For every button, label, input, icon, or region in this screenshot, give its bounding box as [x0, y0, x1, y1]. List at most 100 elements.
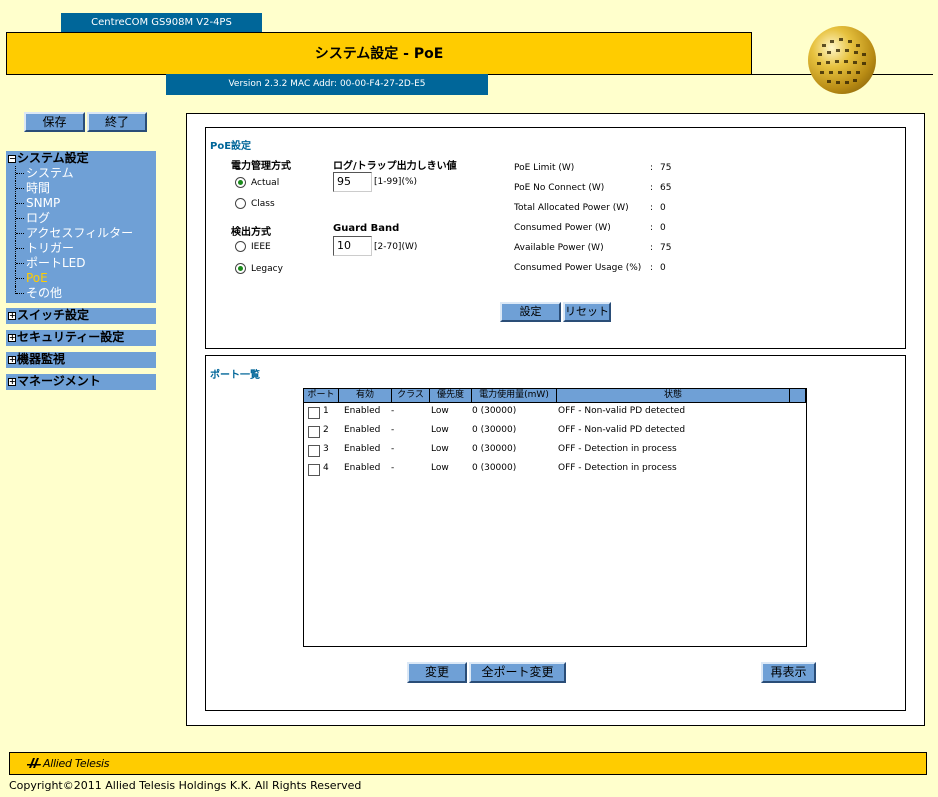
stat-label: Consumed Power Usage (%): [514, 263, 642, 273]
guard-band-label: Guard Band: [333, 223, 400, 234]
table-row[interactable]: 4 Enabled - Low 0 (30000) OFF - Detectio…: [304, 460, 806, 479]
port-select-checkbox[interactable]: [308, 426, 320, 438]
sidebar-item-access-filter[interactable]: アクセスフィルター: [6, 226, 156, 241]
column-header-class: クラス: [392, 389, 430, 403]
save-button[interactable]: 保存: [24, 112, 85, 132]
port-power: 0 (30000): [472, 425, 517, 435]
stat-value: 75: [660, 243, 672, 253]
stat-value: 75: [660, 163, 672, 173]
sidebar-item-trigger[interactable]: トリガー: [6, 241, 156, 256]
sidebar-group-label: セキュリティー設定: [17, 330, 125, 344]
stat-label: PoE No Connect (W): [514, 183, 605, 193]
column-header-port: ポート: [304, 389, 339, 403]
port-select-checkbox[interactable]: [308, 464, 320, 476]
port-status: OFF - Detection in process: [558, 444, 677, 454]
detect-legacy-radio[interactable]: [235, 263, 246, 274]
port-power: 0 (30000): [472, 406, 517, 416]
model-name-tab: CentreCOM GS908M V2-4PS: [61, 13, 262, 33]
sidebar-group-header-system[interactable]: −システム設定: [6, 151, 156, 166]
copyright-text: Copyright©2011 Allied Telesis Holdings K…: [9, 779, 362, 792]
port-power: 0 (30000): [472, 463, 517, 473]
threshold-input[interactable]: 95: [333, 172, 372, 192]
detect-method-label: 検出方式: [231, 227, 271, 238]
sidebar-group-system-settings: −システム設定 システム 時間 SNMP ログ アクセスフィルター トリガー ポ…: [6, 151, 156, 303]
page-title: システム設定 - PoE: [6, 32, 752, 75]
guard-band-input[interactable]: 10: [333, 236, 372, 256]
port-number: 2: [323, 425, 329, 435]
port-table: ポート 有効 クラス 優先度 電力使用量(mW) 状態 1 Enabled - …: [303, 388, 807, 647]
port-number: 3: [323, 444, 329, 454]
sidebar-item-other[interactable]: その他: [6, 286, 156, 301]
detect-legacy-label: Legacy: [251, 264, 283, 274]
port-class: -: [391, 406, 395, 416]
sidebar-group-switch-settings[interactable]: +スイッチ設定: [6, 308, 156, 324]
column-header-status: 状態: [557, 389, 790, 403]
stat-value: 65: [660, 183, 672, 193]
port-priority: Low: [431, 463, 449, 473]
stat-separator: :: [650, 183, 654, 193]
sidebar-item-time[interactable]: 時間: [6, 181, 156, 196]
collapse-icon[interactable]: −: [8, 155, 16, 163]
stat-label: Total Allocated Power (W): [514, 203, 629, 213]
sidebar-item-port-led[interactable]: ポートLED: [6, 256, 156, 271]
exit-button[interactable]: 終了: [87, 112, 147, 132]
port-select-checkbox[interactable]: [308, 407, 320, 419]
sidebar-group-security-settings[interactable]: +セキュリティー設定: [6, 330, 156, 346]
footer-logo: Allied Telesis: [43, 757, 110, 770]
port-number: 4: [323, 463, 329, 473]
footer-bar: [9, 752, 927, 775]
change-all-ports-button[interactable]: 全ポート変更: [469, 662, 566, 683]
stat-separator: :: [650, 243, 654, 253]
port-class: -: [391, 444, 395, 454]
sidebar-group-management[interactable]: +マネージメント: [6, 374, 156, 390]
threshold-label: ログ/トラップ出力しきい値: [333, 161, 457, 172]
poe-reset-button[interactable]: リセット: [563, 302, 611, 322]
table-row[interactable]: 3 Enabled - Low 0 (30000) OFF - Detectio…: [304, 441, 806, 460]
sidebar-group-label: 機器監視: [17, 352, 66, 366]
port-list-title: ポート一覧: [210, 370, 260, 381]
port-class: -: [391, 425, 395, 435]
port-enabled: Enabled: [344, 406, 381, 416]
detect-ieee-radio[interactable]: [235, 241, 246, 252]
expand-icon[interactable]: +: [8, 312, 16, 320]
port-status: OFF - Non-valid PD detected: [558, 406, 686, 416]
sidebar-group-label: スイッチ設定: [17, 308, 90, 322]
port-number: 1: [323, 406, 329, 416]
poe-set-button[interactable]: 設定: [500, 302, 561, 322]
expand-icon[interactable]: +: [8, 334, 16, 342]
power-mgmt-label: 電力管理方式: [231, 161, 291, 172]
column-header-filler: [790, 389, 806, 403]
power-mgmt-class-label: Class: [251, 199, 275, 209]
table-row[interactable]: 2 Enabled - Low 0 (30000) OFF - Non-vali…: [304, 422, 806, 441]
sidebar-item-poe[interactable]: PoE: [6, 271, 156, 286]
stat-separator: :: [650, 203, 654, 213]
change-button[interactable]: 変更: [407, 662, 467, 683]
stat-value: 0: [660, 223, 666, 233]
table-row[interactable]: 1 Enabled - Low 0 (30000) OFF - Non-vali…: [304, 403, 806, 422]
expand-icon[interactable]: +: [8, 378, 16, 386]
power-mgmt-actual-radio[interactable]: [235, 177, 246, 188]
poe-settings-title: PoE設定: [210, 141, 252, 152]
power-mgmt-class-radio[interactable]: [235, 198, 246, 209]
version-info: Version 2.3.2 MAC Addr: 00-00-F4-27-2D-E…: [166, 74, 488, 95]
port-priority: Low: [431, 425, 449, 435]
stat-label: Consumed Power (W): [514, 223, 611, 233]
port-enabled: Enabled: [344, 444, 381, 454]
column-header-enabled: 有効: [339, 389, 392, 403]
sidebar-item-system[interactable]: システム: [6, 166, 156, 181]
sidebar-item-snmp[interactable]: SNMP: [6, 196, 156, 211]
stat-separator: :: [650, 223, 654, 233]
port-status: OFF - Detection in process: [558, 463, 677, 473]
sidebar-group-device-monitor[interactable]: +機器監視: [6, 352, 156, 368]
stat-label: Available Power (W): [514, 243, 604, 253]
port-enabled: Enabled: [344, 463, 381, 473]
port-select-checkbox[interactable]: [308, 445, 320, 457]
stat-label: PoE Limit (W): [514, 163, 575, 173]
sidebar-item-log[interactable]: ログ: [6, 211, 156, 226]
port-priority: Low: [431, 444, 449, 454]
sidebar-group-label: マネージメント: [17, 374, 101, 388]
guard-band-range: [2-70](W): [374, 242, 418, 252]
column-header-power: 電力使用量(mW): [472, 389, 557, 403]
expand-icon[interactable]: +: [8, 356, 16, 364]
refresh-button[interactable]: 再表示: [761, 662, 816, 683]
